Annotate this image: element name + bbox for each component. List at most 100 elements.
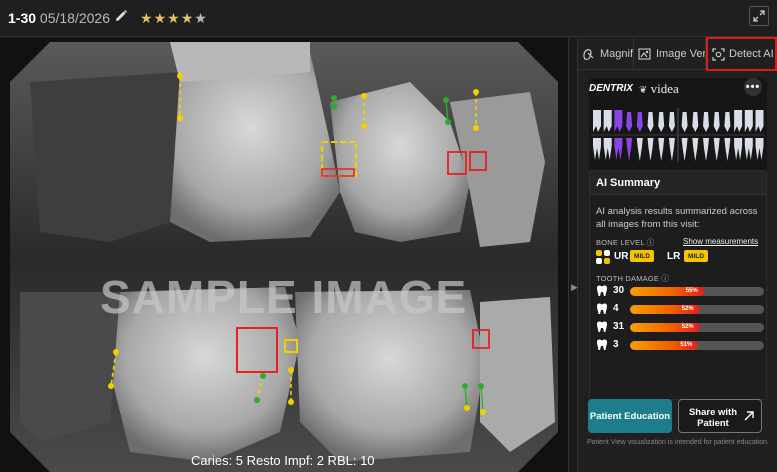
- ai-side-panel: Magnify Image Verify Detect AI DENTRIX ❦…: [578, 37, 777, 472]
- upper-tooth-icon[interactable]: [603, 110, 612, 132]
- bone-side-ur: UR: [614, 251, 629, 262]
- bone-level-row: UR MILD LR MILD: [596, 250, 766, 264]
- info-icon[interactable]: ⓘ: [661, 274, 669, 283]
- patient-view-footnote: Patient View visualization is intended f…: [587, 439, 769, 446]
- tab-detect-ai[interactable]: Detect AI: [706, 37, 777, 71]
- lower-tooth-icon[interactable]: [744, 138, 753, 160]
- upper-tooth-icon[interactable]: [713, 112, 720, 132]
- tooth-icon: [597, 339, 607, 350]
- bone-level-icon: [596, 250, 610, 264]
- image-date: 05/18/2026: [39, 10, 110, 26]
- tab-label: Image Verify: [656, 48, 706, 60]
- lower-tooth-icon[interactable]: [593, 138, 601, 160]
- show-measurements-link[interactable]: Show measurements: [683, 237, 758, 246]
- lower-tooth-icon[interactable]: [626, 138, 633, 161]
- ai-summary-description: AI analysis results summarized across al…: [596, 206, 758, 230]
- lower-tooth-icon[interactable]: [647, 138, 654, 161]
- tooth-damage-title: TOOTH DAMAGE: [596, 274, 660, 283]
- upper-tooth-icon[interactable]: [626, 112, 633, 132]
- damage-percent: 52%: [681, 324, 694, 330]
- panel-tabs: Magnify Image Verify Detect AI: [578, 37, 777, 71]
- upper-tooth-icon[interactable]: [593, 110, 601, 132]
- lower-tooth-icon[interactable]: [681, 138, 688, 161]
- tab-label: Magnify: [600, 48, 634, 60]
- sample-watermark: SAMPLE IMAGE: [100, 271, 468, 323]
- tab-magnify[interactable]: Magnify: [578, 38, 634, 70]
- tab-label: Detect AI: [729, 48, 774, 60]
- edit-pencil-icon[interactable]: [114, 9, 128, 28]
- expand-icon[interactable]: [749, 6, 769, 26]
- upper-tooth-icon[interactable]: [755, 110, 764, 132]
- severity-badge: MILD: [630, 250, 654, 262]
- collapse-arrow-icon[interactable]: ▶: [571, 282, 578, 304]
- ai-content: DENTRIX ❦ videa ••• AI Summary AI analys…: [589, 78, 767, 400]
- star-icon[interactable]: ★: [167, 10, 181, 26]
- tooth-damage-label: TOOTH DAMAGE ⓘ: [596, 273, 669, 284]
- xray-image[interactable]: [10, 42, 558, 472]
- patient-education-button[interactable]: Patient Education: [588, 399, 672, 433]
- lower-tooth-icon[interactable]: [703, 138, 709, 161]
- dentrix-logo: DENTRIX: [589, 83, 633, 94]
- severity-badge: MILD: [684, 250, 708, 262]
- upper-tooth-icon[interactable]: [703, 112, 709, 132]
- tab-image-verify[interactable]: Image Verify: [634, 38, 706, 70]
- upper-tooth-icon[interactable]: [647, 112, 654, 132]
- bone-level-title: BONE LEVEL: [596, 238, 645, 247]
- tooth-icon: [597, 285, 607, 296]
- upper-tooth-icon[interactable]: [614, 110, 623, 132]
- upper-tooth-icon[interactable]: [636, 112, 643, 132]
- detect-ai-icon: [712, 47, 725, 61]
- star-icon[interactable]: ★: [181, 10, 195, 26]
- tooth-number: 4: [613, 303, 619, 314]
- damage-percent: 52%: [681, 306, 694, 312]
- info-icon[interactable]: ⓘ: [647, 238, 655, 247]
- damage-percent: 55%: [685, 288, 698, 294]
- lower-tooth-icon[interactable]: [692, 138, 699, 161]
- lower-tooth-icon[interactable]: [734, 138, 743, 160]
- bone-side-lr: LR: [667, 251, 681, 262]
- videa-label: videa: [650, 81, 679, 96]
- lower-tooth-icon[interactable]: [724, 138, 731, 161]
- top-bar: 1-30 05/18/2026 ★★★★★: [0, 0, 777, 37]
- lower-tooth-icon[interactable]: [755, 138, 764, 160]
- image-title: 1-30 05/18/2026: [8, 10, 110, 26]
- tooth-icon: [597, 303, 607, 314]
- upper-tooth-icon[interactable]: [724, 112, 731, 132]
- upper-tooth-icon[interactable]: [668, 112, 675, 132]
- tooth-number: 30: [613, 285, 625, 296]
- damage-bar: 52%: [630, 323, 764, 332]
- star-icon[interactable]: ★: [140, 10, 154, 26]
- lower-tooth-icon[interactable]: [668, 138, 675, 161]
- lower-tooth-icon[interactable]: [614, 138, 623, 160]
- tooth-chart[interactable]: [589, 104, 767, 166]
- lower-tooth-icon[interactable]: [658, 138, 665, 161]
- ai-summary-card: AI Summary AI analysis results summarize…: [589, 170, 767, 400]
- upper-tooth-icon[interactable]: [658, 112, 665, 132]
- tooth-number: 31: [613, 321, 625, 332]
- xray-viewer[interactable]: SAMPLE IMAGE Caries: 5 Resto Impf: 2 RBL…: [0, 38, 568, 472]
- upper-tooth-icon[interactable]: [681, 112, 688, 132]
- share-arrow-icon: [744, 411, 754, 421]
- star-icon[interactable]: ★: [154, 10, 168, 26]
- panel-splitter[interactable]: ▶: [568, 38, 578, 472]
- lower-tooth-icon[interactable]: [603, 138, 612, 160]
- upper-tooth-icon[interactable]: [734, 110, 743, 132]
- image-verify-icon: [638, 48, 651, 60]
- image-number: 1-30: [8, 10, 37, 26]
- tooth-damage-row: 3 51%: [596, 339, 764, 351]
- tooth-number: 3: [613, 339, 619, 350]
- share-label: Share with Patient: [688, 407, 738, 429]
- more-options-button[interactable]: •••: [744, 78, 762, 96]
- star-rating[interactable]: ★★★★★: [140, 10, 208, 27]
- lower-tooth-icon[interactable]: [713, 138, 720, 161]
- videa-tooth-icon: ❦: [639, 85, 648, 96]
- star-icon[interactable]: ★: [194, 10, 208, 26]
- ai-summary-title: AI Summary: [596, 177, 661, 189]
- magnify-icon: [583, 49, 594, 60]
- upper-tooth-icon[interactable]: [744, 110, 753, 132]
- damage-percent: 51%: [680, 342, 693, 348]
- lower-tooth-icon[interactable]: [636, 138, 643, 161]
- share-with-patient-button[interactable]: Share with Patient: [678, 399, 762, 433]
- upper-tooth-icon[interactable]: [692, 112, 699, 132]
- damage-bar: 51%: [630, 341, 764, 350]
